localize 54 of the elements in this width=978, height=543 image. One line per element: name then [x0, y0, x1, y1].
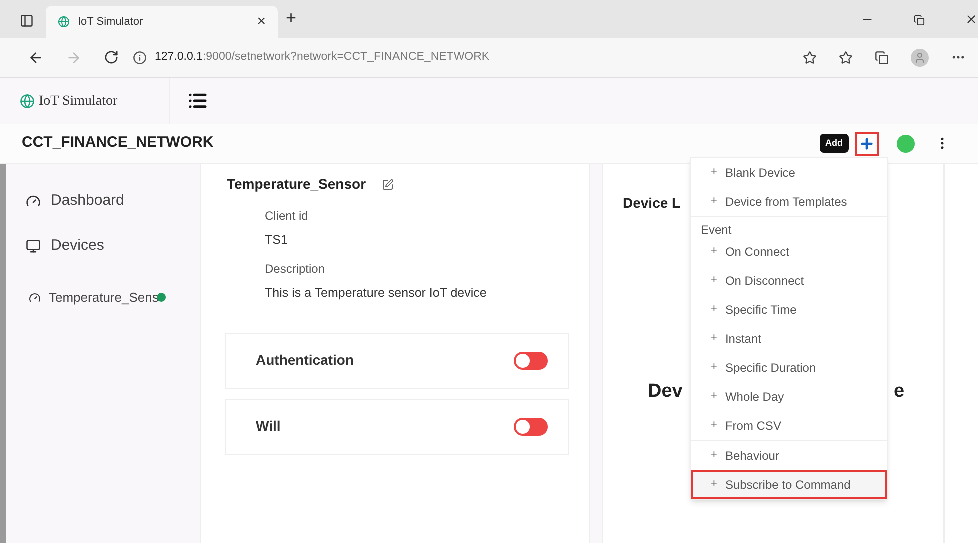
card-title: Device L — [623, 195, 681, 211]
tab-actions-icon[interactable] — [20, 14, 34, 28]
collections-icon[interactable] — [875, 50, 889, 64]
add-tooltip: Add — [820, 134, 849, 154]
menu-item[interactable]: + Whole Day — [691, 382, 887, 411]
menu-item[interactable]: + Blank Device — [691, 158, 887, 187]
info-icon[interactable] — [133, 50, 147, 64]
menu-item[interactable]: + Instant — [691, 324, 887, 353]
device-link[interactable]: Temperature_Sens — [49, 288, 159, 308]
network-title: CCT_FINANCE_NETWORK — [22, 133, 215, 154]
menu-section-header: Event — [700, 222, 733, 237]
menu-item[interactable]: + Specific Duration — [691, 353, 887, 382]
logo-icon — [20, 94, 35, 108]
favorites-icon[interactable] — [839, 50, 853, 64]
menu-item[interactable]: + Specific Time — [691, 295, 887, 324]
gauge-icon — [26, 194, 41, 208]
tab-title: IoT Simulator — [78, 14, 144, 30]
menu-item[interactable]: + On Connect — [691, 237, 887, 266]
close-icon[interactable] — [965, 13, 978, 26]
menu-icon[interactable] — [188, 91, 208, 111]
field-value: TS1 — [265, 232, 289, 249]
setting-label: Will — [256, 417, 282, 436]
add-button[interactable] — [855, 132, 879, 156]
browser-tab[interactable]: IoT Simulator × — [46, 6, 278, 38]
field-value: This is a Temperature sensor IoT device — [265, 284, 488, 302]
profile-avatar[interactable] — [911, 48, 929, 66]
gauge-icon — [29, 292, 41, 304]
menu-item[interactable]: + From CSV — [691, 411, 887, 440]
reload-icon[interactable] — [104, 50, 119, 65]
new-tab-button[interactable]: + — [286, 5, 297, 32]
device-name: Temperature_Sensor — [227, 175, 366, 194]
globe-icon — [58, 16, 70, 28]
menu-item[interactable]: + Device from Templates — [691, 187, 887, 216]
monitor-icon — [26, 238, 41, 254]
setting-label: Authentication — [256, 351, 355, 370]
menu-item[interactable]: + Subscribe to Command — [691, 470, 887, 499]
sidebar-item[interactable]: Devices — [26, 235, 200, 257]
url-field[interactable]: 127.0.0.1:9000/setnetwork?network=CCT_FINANCE_NETWORK — [155, 48, 490, 66]
tab-close-button[interactable]: × — [257, 10, 266, 34]
back-icon[interactable] — [28, 50, 44, 66]
restore-icon[interactable] — [914, 15, 925, 26]
plus-icon — [859, 136, 875, 152]
menu-item[interactable]: + On Disconnect — [691, 266, 887, 295]
toggle-switch[interactable] — [514, 418, 548, 436]
field-label: Client id — [265, 208, 310, 225]
placeholder-text: e — [894, 380, 905, 404]
brand-title: IoT Simulator — [39, 92, 118, 110]
toggle-switch[interactable] — [514, 352, 548, 370]
favorite-icon[interactable] — [803, 50, 817, 64]
field-label: Description — [265, 260, 326, 278]
sidebar-item[interactable]: Dashboard — [26, 190, 200, 212]
placeholder-text: Dev — [648, 380, 683, 404]
menu-item[interactable]: + Behaviour — [691, 441, 887, 470]
edit-icon[interactable] — [382, 178, 394, 190]
